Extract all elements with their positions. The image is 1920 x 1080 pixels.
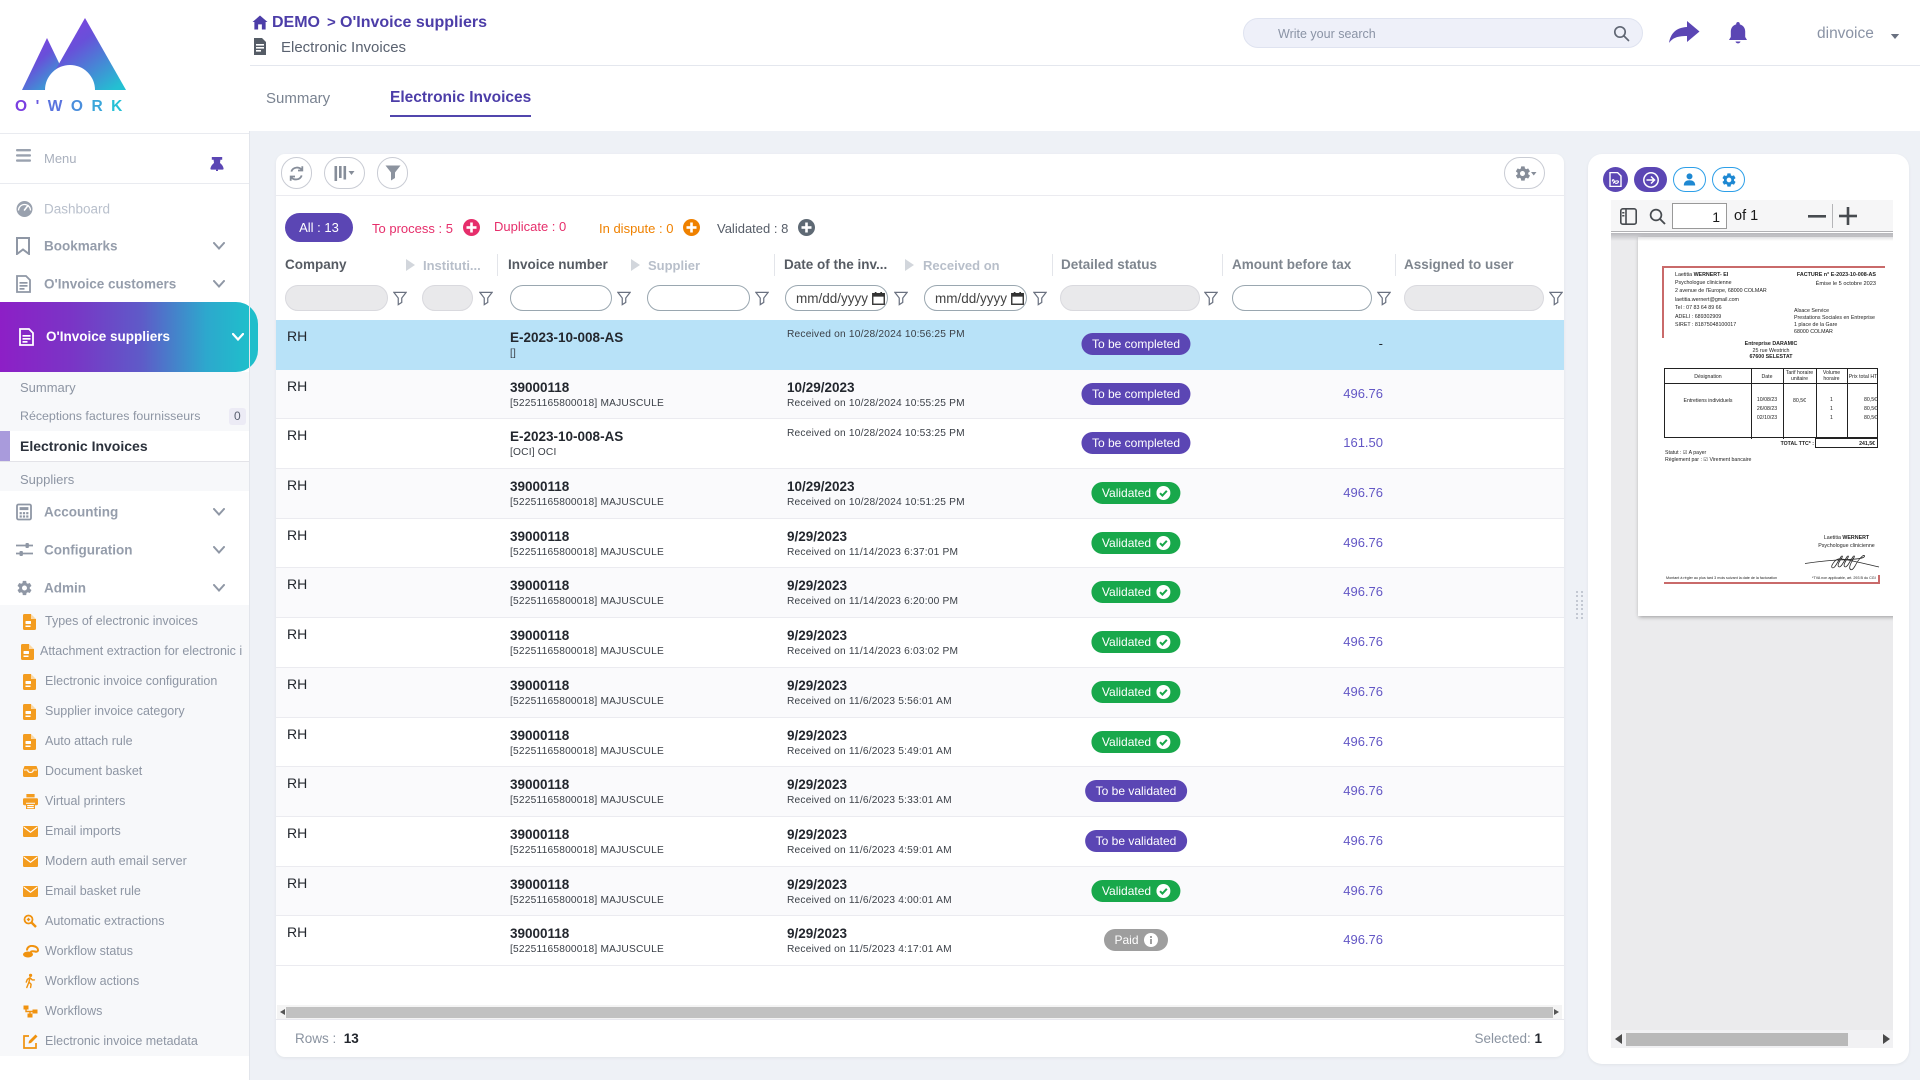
svg-text:O'WORK: O'WORK bbox=[15, 98, 131, 115]
